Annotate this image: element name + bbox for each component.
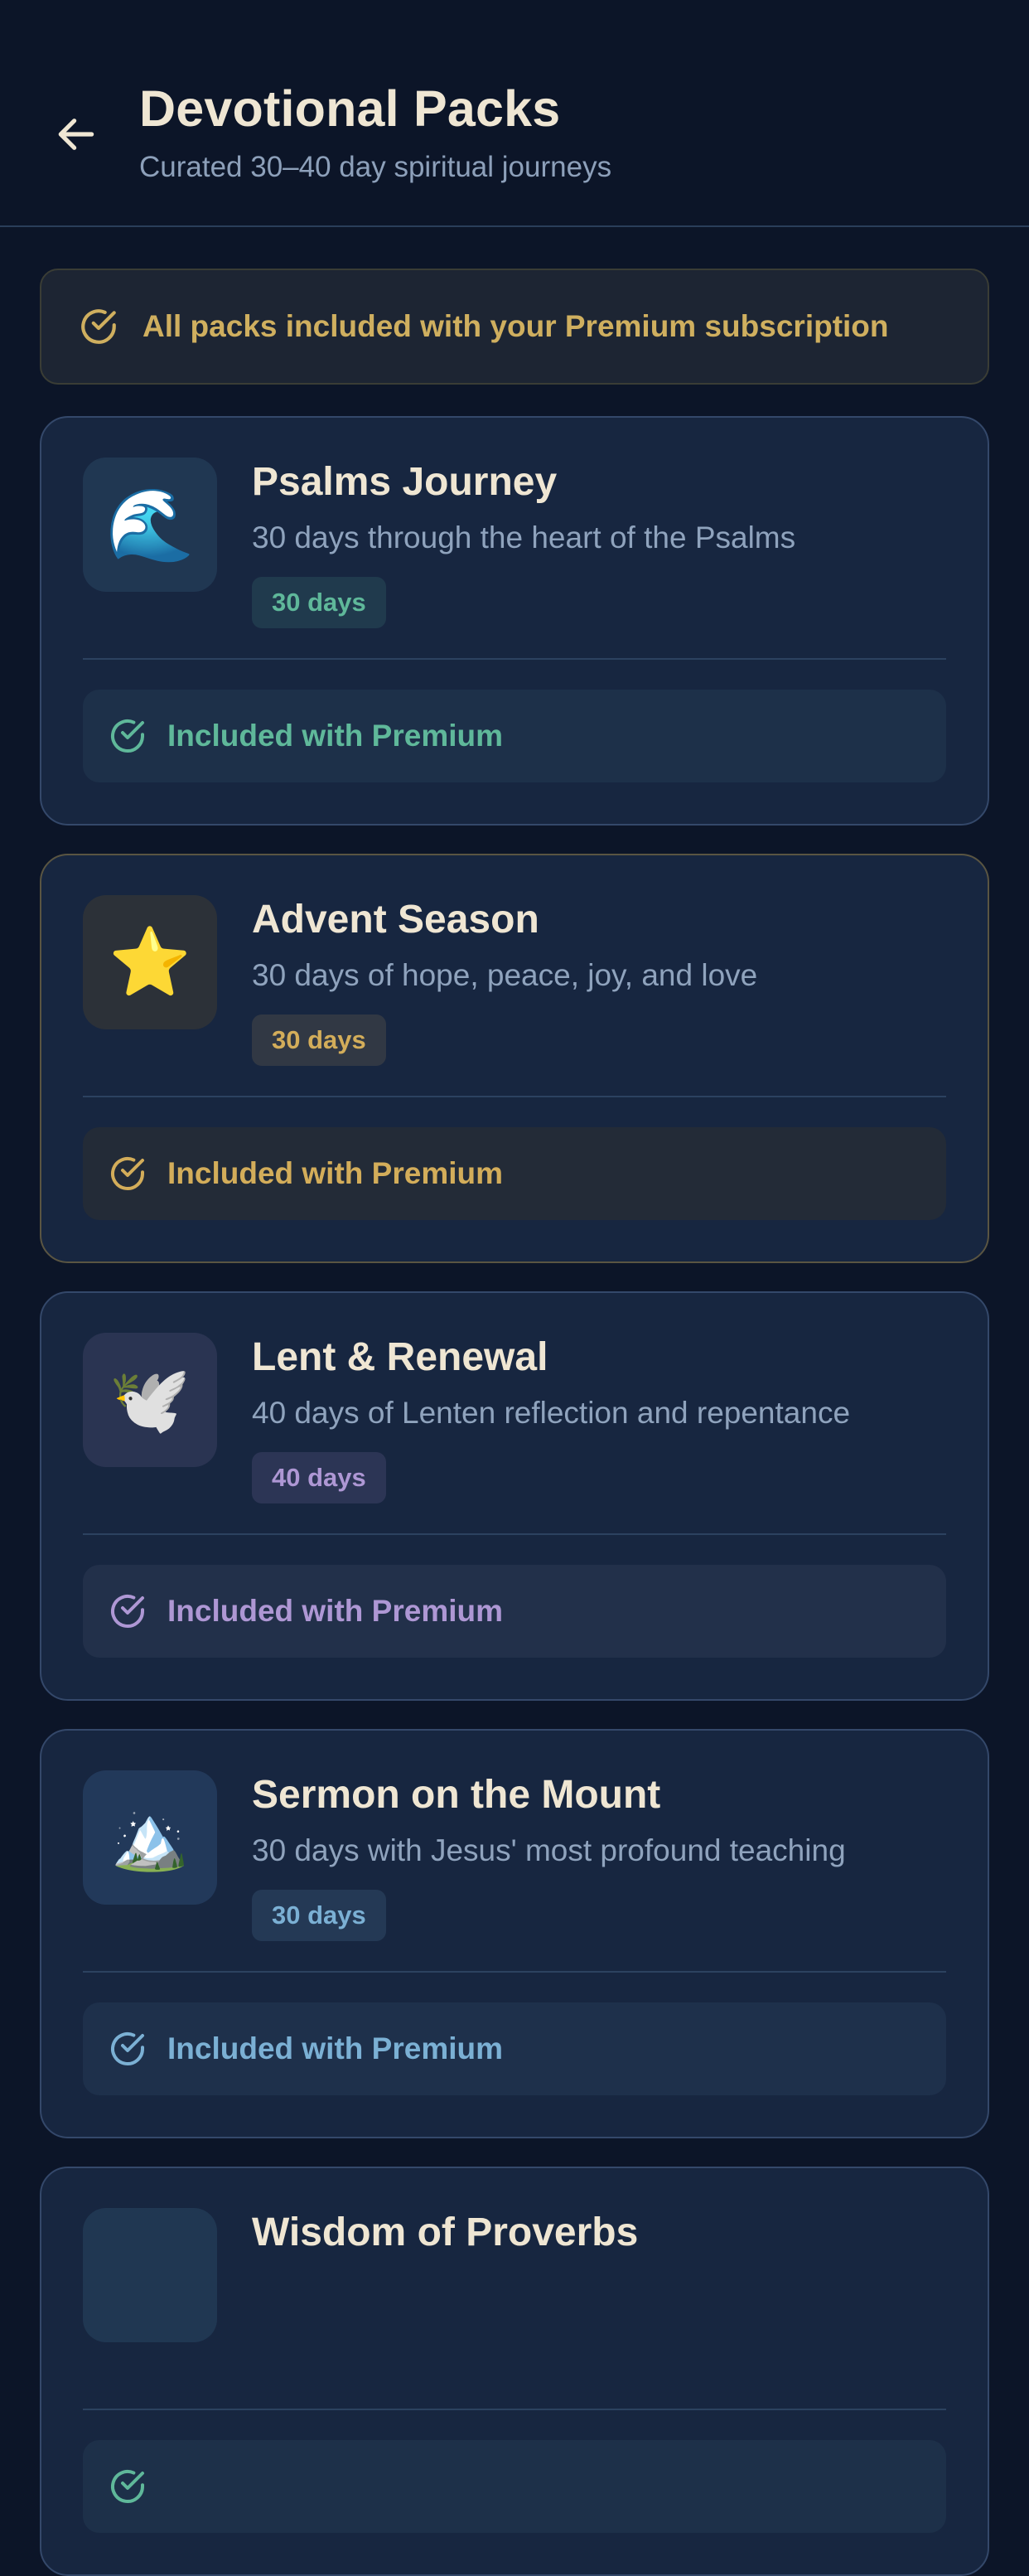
pack-title: Sermon on the Mount bbox=[252, 1773, 661, 1817]
included-label: Included with Premium bbox=[167, 1156, 503, 1190]
card-divider bbox=[83, 2409, 946, 2410]
pack-description: 30 days through the heart of the Psalms bbox=[252, 521, 796, 554]
included-status: Included with Premium bbox=[83, 1565, 946, 1658]
check-circle-icon bbox=[111, 2470, 144, 2503]
pack-icon-tile: 🌊 bbox=[83, 458, 217, 592]
included-status: Included with Premium bbox=[83, 2002, 946, 2095]
check-circle-icon bbox=[111, 2032, 144, 2065]
card-divider bbox=[83, 1533, 946, 1535]
wave-icon: 🌊 bbox=[105, 485, 195, 565]
included-label: Included with Premium bbox=[167, 719, 503, 753]
days-badge: 30 days bbox=[252, 1014, 386, 1066]
back-button[interactable] bbox=[46, 104, 106, 164]
pack-title: Wisdom of Proverbs bbox=[252, 2210, 639, 2254]
page-subtitle: Curated 30–40 day spiritual journeys bbox=[139, 151, 612, 183]
pack-description: 40 days of Lenten reflection and repenta… bbox=[252, 1396, 851, 1430]
days-badge: 30 days bbox=[252, 577, 386, 628]
included-status: Included with Premium bbox=[83, 690, 946, 782]
star-icon: ⭐ bbox=[109, 925, 191, 999]
check-circle-icon bbox=[81, 309, 116, 344]
card-divider bbox=[83, 1096, 946, 1097]
premium-banner: All packs included with your Premium sub… bbox=[40, 269, 989, 385]
pack-icon-tile bbox=[83, 2208, 217, 2342]
card-divider bbox=[83, 1971, 946, 1973]
days-badge: 40 days bbox=[252, 1452, 386, 1503]
mountain-icon: 🏔️ bbox=[110, 1803, 190, 1873]
pack-title: Psalms Journey bbox=[252, 460, 558, 504]
included-label: Included with Premium bbox=[167, 1594, 503, 1628]
check-circle-icon bbox=[111, 1595, 144, 1628]
check-circle-icon bbox=[111, 719, 144, 753]
pack-icon-tile: 🕊️ bbox=[83, 1333, 217, 1467]
card-divider bbox=[83, 658, 946, 660]
included-status: Included with Premium bbox=[83, 1127, 946, 1220]
premium-banner-text: All packs included with your Premium sub… bbox=[143, 309, 889, 343]
pack-icon-tile: 🏔️ bbox=[83, 1770, 217, 1905]
pack-card-1[interactable]: 🌊 Psalms Journey 30 days through the hea… bbox=[40, 416, 989, 826]
pack-description: 30 days of hope, peace, joy, and love bbox=[252, 958, 758, 992]
included-label: Included with Premium bbox=[167, 2031, 503, 2065]
pack-card-3[interactable]: 🕊️ Lent & Renewal 40 days of Lenten refl… bbox=[40, 1291, 989, 1701]
check-circle-icon bbox=[111, 1157, 144, 1190]
pack-card-5[interactable]: Wisdom of Proverbs bbox=[40, 2167, 989, 2576]
days-badge: 30 days bbox=[252, 1890, 386, 1941]
dove-icon: 🕊️ bbox=[109, 1363, 191, 1436]
arrow-left-icon bbox=[58, 119, 94, 150]
pack-title: Lent & Renewal bbox=[252, 1335, 548, 1379]
pack-card-4[interactable]: 🏔️ Sermon on the Mount 30 days with Jesu… bbox=[40, 1729, 989, 2138]
pack-title: Advent Season bbox=[252, 898, 539, 942]
pack-description: 30 days with Jesus' most profound teachi… bbox=[252, 1833, 846, 1867]
pack-card-2[interactable]: ⭐ Advent Season 30 days of hope, peace, … bbox=[40, 854, 989, 1263]
header: Devotional Packs Curated 30–40 day spiri… bbox=[0, 0, 1029, 227]
page-title: Devotional Packs bbox=[139, 80, 561, 137]
pack-icon-tile: ⭐ bbox=[83, 895, 217, 1029]
included-status bbox=[83, 2440, 946, 2533]
